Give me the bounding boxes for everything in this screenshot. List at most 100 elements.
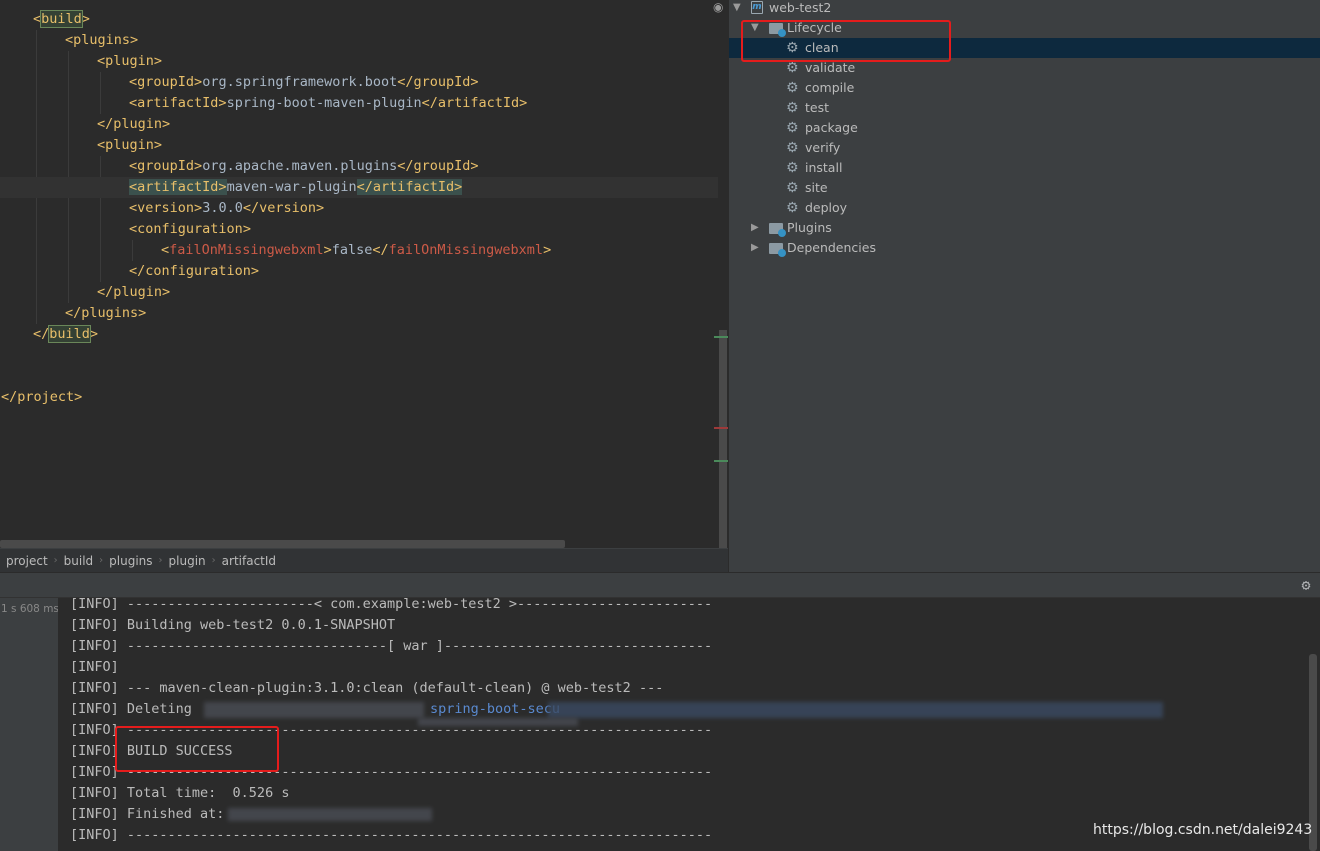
tag-bracket: > — [130, 32, 139, 48]
expand-arrow-icon[interactable]: ▼ — [733, 0, 745, 18]
tag-bracket: < — [129, 158, 138, 174]
gear-icon[interactable]: ⚙ — [1298, 577, 1314, 593]
chevron-right-icon: › — [158, 555, 163, 566]
goal-label: install — [805, 160, 843, 175]
tag-bracket: > — [153, 137, 163, 153]
goal-label: verify — [805, 140, 841, 155]
tree-item-plugins[interactable]: ▶ Plugins — [729, 218, 1320, 238]
expand-arrow-icon[interactable]: ▼ — [751, 18, 763, 38]
tree-item-goal-clean[interactable]: ⚙ clean — [729, 38, 1320, 58]
tag-name: artifactId — [137, 95, 219, 111]
console-line: [INFO] Total time: 0.526 s — [70, 785, 290, 801]
goal-label: validate — [805, 60, 856, 75]
end-tag: </version> — [242, 200, 325, 216]
lifecycle-folder-icon — [769, 23, 786, 37]
code-line[interactable]: <plugin> — [0, 135, 728, 156]
lifecycle-label: Lifecycle — [787, 20, 842, 35]
breadcrumb-plugin[interactable]: plugin — [169, 554, 206, 568]
redacted-timestamp — [228, 808, 432, 821]
code-line[interactable]: <plugins> — [0, 30, 728, 51]
tag-bracket: > — [81, 11, 90, 27]
dependencies-folder-icon — [769, 243, 786, 257]
console-line-build-success: [INFO] BUILD SUCCESS — [70, 743, 233, 759]
code-line[interactable]: </plugin> — [0, 114, 728, 135]
gear-icon: ⚙ — [786, 80, 799, 96]
code-line[interactable]: <plugin> — [0, 51, 728, 72]
gear-icon: ⚙ — [786, 120, 799, 136]
tag-bracket: > — [242, 221, 251, 237]
tree-item-goal-site[interactable]: ⚙ site — [729, 178, 1320, 198]
goal-label: deploy — [805, 200, 848, 215]
collapse-arrow-icon[interactable]: ▶ — [751, 218, 763, 238]
tree-item-goal-validate[interactable]: ⚙ validate — [729, 58, 1320, 78]
project-label: web-test2 — [769, 0, 832, 15]
console-line: [INFO] --------------------------------[… — [70, 638, 713, 654]
tree-item-goal-deploy[interactable]: ⚙ deploy — [729, 198, 1320, 218]
code-line[interactable]: <groupId>org.apache.maven.plugins</group… — [0, 156, 728, 177]
tag-bracket: < — [129, 200, 138, 216]
goal-label: package — [805, 120, 858, 135]
code-line-current[interactable]: <artifactId>maven-war-plugin</artifactId… — [0, 177, 728, 198]
tree-item-goal-compile[interactable]: ⚙ compile — [729, 78, 1320, 98]
collapse-arrow-icon[interactable]: ▶ — [751, 238, 763, 258]
editor-horizontal-scrollbar[interactable] — [0, 540, 565, 548]
maven-tool-window: ◉ ▼ m web-test2 ▼ Lifecycle ⚙ clean ⚙ va… — [713, 0, 1320, 572]
tree-item-dependencies[interactable]: ▶ Dependencies — [729, 238, 1320, 258]
tree-item-goal-package[interactable]: ⚙ package — [729, 118, 1320, 138]
tree-item-project[interactable]: ▼ m web-test2 — [729, 0, 1320, 18]
console-line: [INFO] — [70, 659, 119, 675]
console-line: [INFO] ---------------------------------… — [70, 764, 713, 780]
breadcrumb-build[interactable]: build — [64, 554, 94, 568]
console-line: [INFO] --- maven-clean-plugin:3.1.0:clea… — [70, 680, 664, 696]
tag-name-unknown: failOnMissingwebxml — [169, 242, 324, 258]
console-line: [INFO] Finished at: — [70, 806, 225, 822]
tree-item-goal-test[interactable]: ⚙ test — [729, 98, 1320, 118]
breadcrumb: project › build › plugins › plugin › artifac… — [0, 548, 728, 572]
breadcrumb-artifactid[interactable]: artifactId — [222, 554, 276, 568]
code-line[interactable]: </plugins> — [0, 303, 728, 324]
code-line[interactable]: <artifactId>spring-boot-maven-plugin</ar… — [0, 93, 728, 114]
code-line[interactable]: <build> — [0, 9, 728, 30]
chevron-right-icon: › — [99, 555, 104, 566]
breadcrumb-plugins[interactable]: plugins — [109, 554, 152, 568]
tag-name: groupId — [137, 74, 195, 90]
code-line[interactable]: <configuration> — [0, 219, 728, 240]
breadcrumb-project[interactable]: project — [6, 554, 48, 568]
end-tag: </artifactId> — [421, 95, 528, 111]
tag-bracket: < — [129, 221, 138, 237]
gear-icon: ⚙ — [786, 200, 799, 216]
tag-bracket: </ — [33, 326, 50, 342]
code-line[interactable]: <groupId>org.springframework.boot</group… — [0, 72, 728, 93]
tree-item-goal-verify[interactable]: ⚙ verify — [729, 138, 1320, 158]
tag-bracket: > — [89, 326, 99, 342]
scrollbar-thumb[interactable] — [719, 330, 727, 548]
code-line[interactable]: <failOnMissingwebxml>false</failOnMissin… — [0, 240, 728, 261]
console-output[interactable]: [INFO] -----------------------< com.exam… — [58, 598, 1320, 851]
editor-vertical-scrollbar[interactable] — [718, 0, 728, 548]
code-line[interactable]: </build> — [0, 324, 728, 345]
tag-text: maven-war-plugin — [226, 179, 357, 195]
change-marker[interactable] — [714, 336, 728, 338]
code-line[interactable]: </configuration> — [0, 261, 728, 282]
code-line[interactable]: <version>3.0.0</version> — [0, 198, 728, 219]
tag-name-unknown: failOnMissingwebxml — [388, 242, 544, 258]
end-tag: </groupId> — [397, 158, 479, 174]
change-marker[interactable] — [714, 460, 728, 462]
error-marker[interactable] — [714, 427, 728, 429]
tag-bracket: < — [97, 53, 106, 69]
end-tag: </plugin> — [97, 284, 171, 300]
end-tag: </plugins> — [65, 305, 147, 321]
tree-item-goal-install[interactable]: ⚙ install — [729, 158, 1320, 178]
run-tool-window-header: ⚙ — [0, 572, 1320, 598]
tag-bracket: > — [194, 158, 203, 174]
redacted-path — [548, 702, 1163, 718]
code-line[interactable]: </project> — [0, 387, 728, 408]
tag-name: configuration — [137, 221, 243, 237]
tag-name: artifactId — [137, 179, 219, 195]
code-line[interactable]: </plugin> — [0, 282, 728, 303]
tag-name: build — [48, 325, 91, 343]
code-editor[interactable]: <build> <plugins> <plugin> <groupId>org.… — [0, 0, 728, 548]
tag-bracket: > — [194, 200, 203, 216]
tree-item-lifecycle[interactable]: ▼ Lifecycle — [729, 18, 1320, 38]
eye-icon[interactable]: ◉ — [713, 0, 729, 14]
